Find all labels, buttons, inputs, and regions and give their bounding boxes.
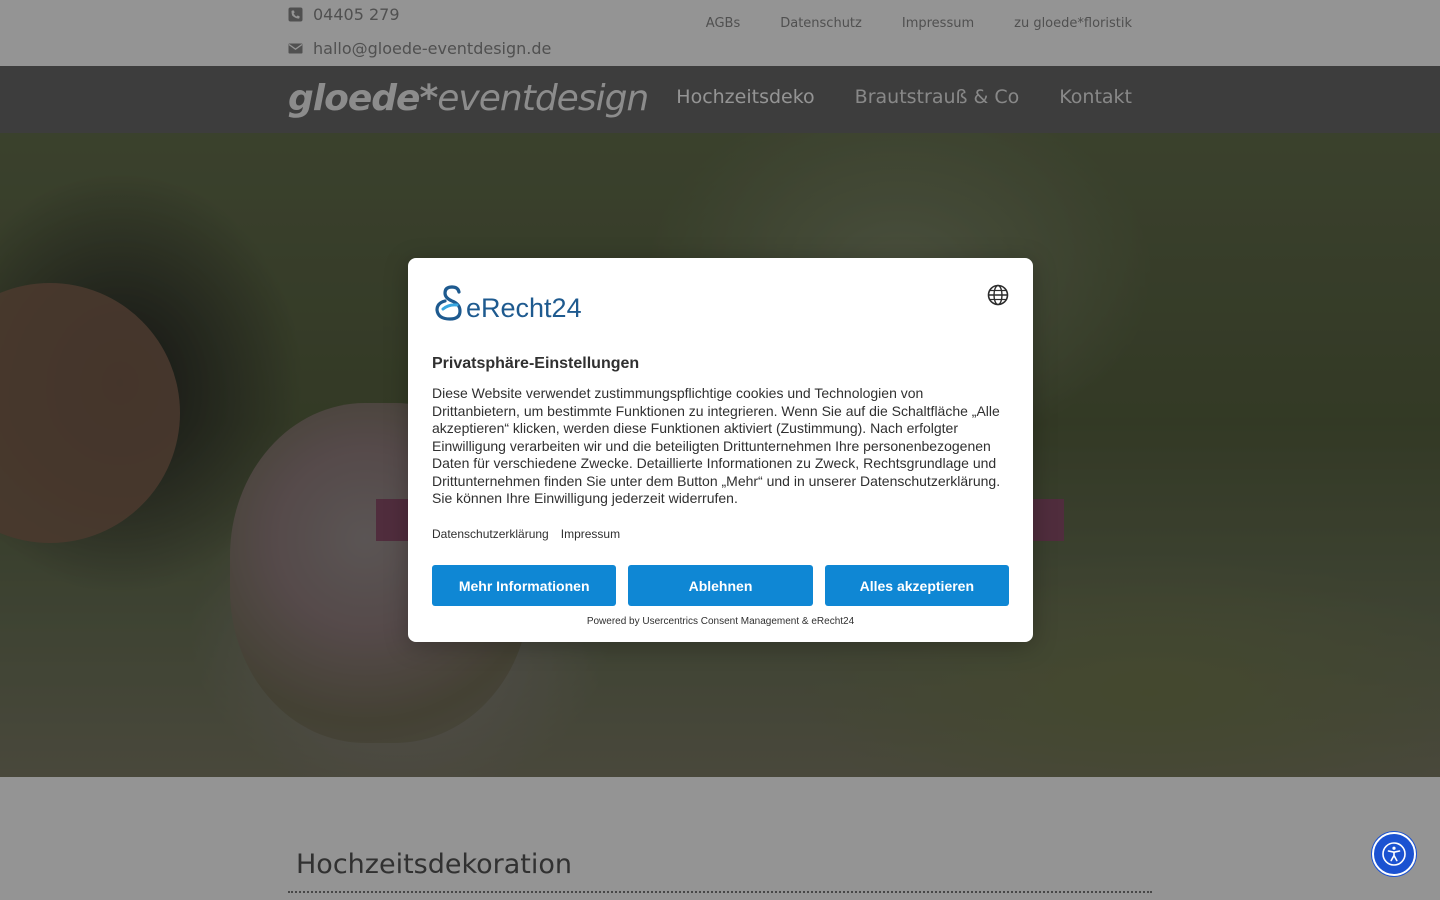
privacy-policy-link[interactable]: Datenschutzerklärung [432,527,549,541]
more-info-button[interactable]: Mehr Informationen [432,565,617,606]
accessibility-icon [1382,842,1406,866]
erecht24-logo-icon [435,285,462,321]
deny-button[interactable]: Ablehnen [628,565,813,606]
erecht24-logo: eRecht24 [432,282,582,322]
consent-buttons: Mehr Informationen Ablehnen Alles akzept… [432,565,1009,606]
accessibility-button[interactable] [1372,832,1416,876]
globe-icon[interactable] [987,284,1009,306]
accept-all-button[interactable]: Alles akzeptieren [824,565,1009,606]
erecht24-wordmark: eRecht24 [466,293,582,323]
consent-description: Diese Website verwendet zustimmungspflic… [432,385,1001,506]
consent-dialog: eRecht24 Privatsphäre-Einstellungen Dies… [408,258,1033,642]
imprint-link[interactable]: Impressum [561,527,620,541]
consent-links: Datenschutzerklärung Impressum [432,527,620,541]
powered-by-text: Powered by Usercentrics Consent Manageme… [586,616,855,627]
consent-title: Privatsphäre-Einstellungen [432,355,640,372]
